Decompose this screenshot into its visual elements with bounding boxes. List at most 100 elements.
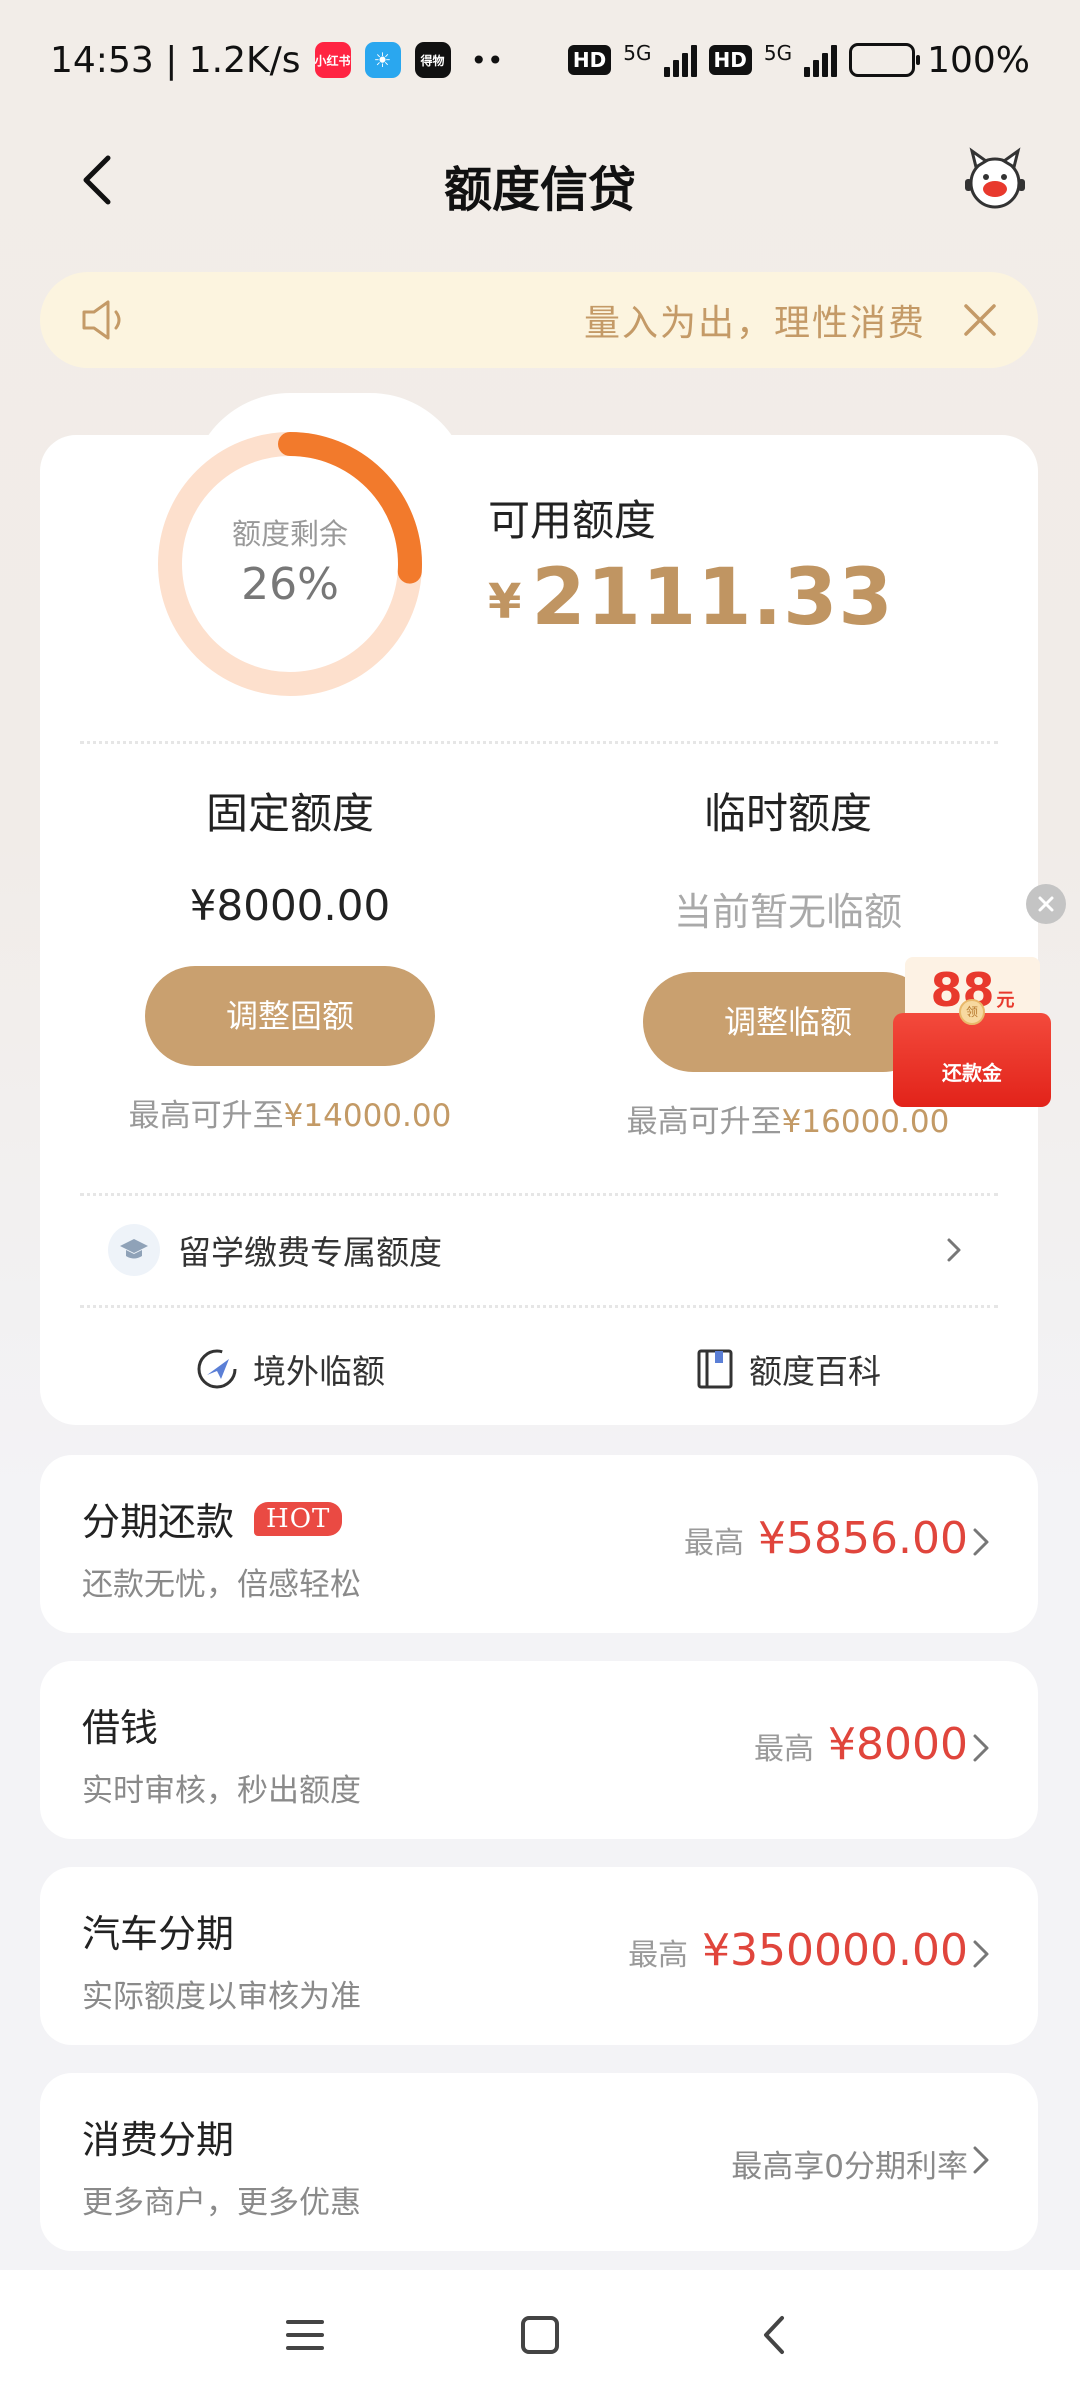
service-subtitle: 更多商户，更多优惠: [82, 2185, 361, 2221]
mascot-icon[interactable]: [960, 145, 1030, 215]
ring-label: 额度剩余: [231, 517, 348, 551]
service-card-installment-repay[interactable]: 分期还款 HOT 还款无忧，倍感轻松 最高 ¥5856.00: [40, 1455, 1038, 1633]
available-amount-value: 2111.33: [531, 553, 894, 643]
divider: [80, 1305, 998, 1308]
temp-note-prefix: 最高可升至: [626, 1104, 782, 1140]
quota-encyclopedia-link[interactable]: 额度百科: [695, 1345, 881, 1393]
service-max: 最高 ¥350000.00: [628, 1925, 968, 1976]
close-icon[interactable]: [962, 302, 998, 338]
temp-quota-title: 临时额度: [703, 789, 872, 838]
network-type-2: 5G: [763, 41, 793, 65]
service-subtitle: 还款无忧，倍感轻松: [82, 1567, 361, 1603]
service-subtitle: 实际额度以审核为准: [82, 1979, 361, 2015]
service-max-prefix: 最高: [754, 1732, 815, 1767]
quota-encyclopedia-label: 额度百科: [749, 1352, 881, 1391]
remaining-ring: 额度剩余 26%: [155, 429, 425, 699]
service-title: 汽车分期: [82, 1903, 234, 1958]
fixed-note-amount: ¥14000.00: [283, 1098, 452, 1134]
hd-badge-1: HD: [567, 45, 612, 75]
close-icon: [1038, 896, 1054, 912]
available-amount: ¥2111.33: [488, 553, 894, 643]
chevron-right-icon: [973, 2146, 989, 2174]
xiaohongshu-icon: 小红书: [314, 42, 351, 78]
service-max: 最高享0分期利率: [731, 2141, 968, 2186]
signal-icon-1: [663, 43, 697, 77]
packet-envelope: 领 还款金: [893, 999, 1051, 1107]
back-icon[interactable]: [750, 2310, 800, 2360]
service-title-text: 消费分期: [82, 2118, 235, 2162]
battery-percent: 100%: [927, 39, 1030, 81]
packet-seal: 领: [959, 999, 985, 1025]
overseas-quota-label: 境外临额: [253, 1352, 385, 1391]
battery-icon: [849, 43, 921, 77]
divider: [80, 741, 998, 744]
home-icon[interactable]: [515, 2310, 565, 2360]
available-label: 可用额度: [488, 496, 657, 545]
book-icon: [697, 1349, 733, 1389]
service-title-text: 分期还款: [82, 1500, 235, 1544]
signal-icon-2: [804, 43, 838, 77]
study-abroad-label: 留学缴费专属额度: [178, 1233, 442, 1272]
service-card-car-installment[interactable]: 汽车分期 实际额度以审核为准 最高 ¥350000.00: [40, 1867, 1038, 2045]
service-subtitle: 实时审核，秒出额度: [82, 1773, 361, 1809]
chevron-right-icon: [973, 1734, 989, 1762]
overseas-quota-link[interactable]: 境外临额: [195, 1345, 385, 1393]
service-title-text: 借钱: [82, 1706, 159, 1750]
repayment-red-packet[interactable]: 88 元 领 还款金: [893, 957, 1051, 1107]
currency-symbol: ¥: [488, 574, 522, 630]
dewu-icon: 得物: [414, 42, 451, 78]
hot-badge: HOT: [254, 1501, 343, 1536]
page-title: 额度信贷: [443, 162, 636, 218]
status-bar: 14:53 | 1.2K/s 小红书 ☀ 得物 •• HD 5G HD 5G 1…: [0, 0, 1080, 120]
service-card-consumer-installment[interactable]: 消费分期 更多商户，更多优惠 最高享0分期利率: [40, 2073, 1038, 2251]
chevron-right-icon: [947, 1238, 961, 1262]
service-title-text: 汽车分期: [82, 1912, 235, 1956]
weather-icon: ☀: [364, 42, 401, 78]
packet-label: 还款金: [942, 1061, 1002, 1085]
service-title: 分期还款 HOT: [82, 1491, 343, 1546]
notice-text: 量入为出，理性消费: [583, 303, 926, 344]
more-notifications-icon: ••: [470, 43, 504, 77]
adjust-temp-button[interactable]: 调整临额: [643, 972, 933, 1072]
service-title: 借钱: [82, 1697, 158, 1752]
hd-badge-2: HD: [708, 45, 752, 75]
service-max-amount: ¥5856.00: [758, 1513, 968, 1564]
temp-quota-value: 当前暂无临额: [673, 890, 902, 934]
ring-value: 26%: [241, 559, 339, 610]
fixed-note-prefix: 最高可升至: [128, 1098, 284, 1134]
menu-icon[interactable]: [280, 2310, 330, 2360]
status-right: HD 5G HD 5G 100%: [567, 39, 1030, 81]
speaker-icon: [82, 300, 121, 340]
fixed-quota-column: 固定额度 ¥8000.00 调整固额 最高可升至¥14000.00: [40, 780, 540, 1135]
service-max-amount: ¥8000: [828, 1719, 968, 1770]
service-max: 最高 ¥8000: [754, 1719, 968, 1770]
packet-unit: 元: [996, 990, 1015, 1011]
quick-links: 境外临额 额度百科: [40, 1335, 1038, 1405]
service-card-borrow[interactable]: 借钱 实时审核，秒出额度 最高 ¥8000: [40, 1661, 1038, 1839]
fixed-quota-title: 固定额度: [205, 789, 374, 838]
service-title: 消费分期: [82, 2109, 234, 2164]
chevron-right-icon: [973, 1528, 989, 1556]
temp-note-amount: ¥16000.00: [781, 1104, 950, 1140]
notice-banner: 量入为出，理性消费: [40, 272, 1038, 368]
service-max-prefix: 最高: [684, 1526, 745, 1561]
nav-bar: 额度信贷: [0, 120, 1080, 240]
service-rate-text: 最高享0分期利率: [731, 2149, 968, 2185]
study-abroad-quota-row[interactable]: 留学缴费专属额度: [108, 1215, 968, 1285]
fixed-quota-note: 最高可升至¥14000.00: [40, 1090, 540, 1135]
fixed-quota-value: ¥8000.00: [189, 881, 391, 930]
service-max-prefix: 最高: [628, 1938, 689, 1973]
packet-close-button[interactable]: [1026, 884, 1066, 924]
service-max-amount: ¥350000.00: [702, 1925, 968, 1976]
status-left: 14:53 | 1.2K/s 小红书 ☀ 得物 ••: [50, 40, 504, 81]
service-max: 最高 ¥5856.00: [684, 1513, 968, 1564]
divider: [80, 1193, 998, 1196]
graduation-cap-icon: [108, 1224, 160, 1276]
network-type-1: 5G: [623, 41, 652, 65]
quota-card: 额度剩余 26% 可用额度 ¥2111.33 固定额度 ¥8000.00 调整固…: [40, 393, 1038, 1425]
chevron-right-icon: [973, 1940, 989, 1968]
overseas-plane-icon: [197, 1349, 237, 1389]
adjust-fixed-button[interactable]: 调整固额: [145, 966, 435, 1066]
clock-speed: 14:53 | 1.2K/s: [50, 39, 301, 81]
system-nav-bar: [0, 2270, 1080, 2400]
